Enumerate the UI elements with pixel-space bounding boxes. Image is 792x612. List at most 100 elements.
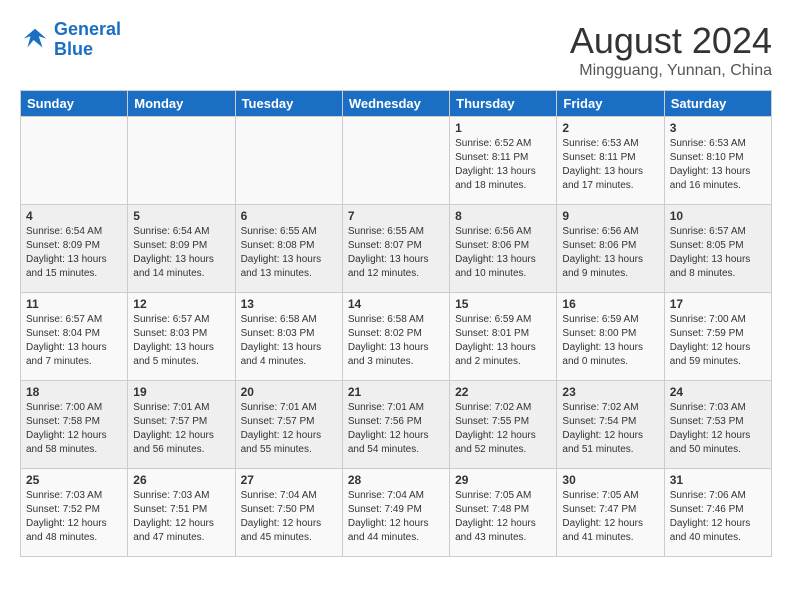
page-header: General Blue August 2024 Mingguang, Yunn… [20,20,772,80]
calendar-cell: 20 Sunrise: 7:01 AM Sunset: 7:57 PM Dayli… [235,381,342,469]
day-info: Sunrise: 6:55 AM Sunset: 8:08 PM Dayligh… [241,225,337,281]
day-info: Sunrise: 7:03 AM Sunset: 7:53 PM Dayligh… [670,401,766,457]
day-number: 25 [26,473,122,487]
day-info: Sunrise: 7:02 AM Sunset: 7:54 PM Dayligh… [562,401,658,457]
month-title: August 2024 [570,20,772,62]
day-info: Sunrise: 6:55 AM Sunset: 8:07 PM Dayligh… [348,225,444,281]
day-info: Sunrise: 7:03 AM Sunset: 7:51 PM Dayligh… [133,489,229,545]
calendar-cell: 30 Sunrise: 7:05 AM Sunset: 7:47 PM Dayli… [557,469,664,557]
day-info: Sunrise: 7:06 AM Sunset: 7:46 PM Dayligh… [670,489,766,545]
day-number: 17 [670,297,766,311]
day-info: Sunrise: 6:58 AM Sunset: 8:03 PM Dayligh… [241,313,337,369]
day-number: 10 [670,209,766,223]
calendar-cell: 26 Sunrise: 7:03 AM Sunset: 7:51 PM Dayli… [128,469,235,557]
calendar-cell: 14Sunrise: 6:58 AM Sunset: 8:02 PM Dayli… [342,293,449,381]
calendar-cell: 13 Sunrise: 6:58 AM Sunset: 8:03 PM Dayli… [235,293,342,381]
location: Mingguang, Yunnan, China [570,62,772,80]
day-number: 5 [133,209,229,223]
calendar-cell: 5 Sunrise: 6:54 AM Sunset: 8:09 PM Daylig… [128,205,235,293]
calendar-cell: 21Sunrise: 7:01 AM Sunset: 7:56 PM Dayli… [342,381,449,469]
header-monday: Monday [128,91,235,117]
calendar-cell: 18Sunrise: 7:00 AM Sunset: 7:58 PM Dayli… [21,381,128,469]
calendar-cell: 3 Sunrise: 6:53 AM Sunset: 8:10 PM Daylig… [664,117,771,205]
day-number: 28 [348,473,444,487]
day-info: Sunrise: 7:04 AM Sunset: 7:49 PM Dayligh… [348,489,444,545]
day-number: 8 [455,209,551,223]
day-number: 22 [455,385,551,399]
day-number: 12 [133,297,229,311]
calendar-cell: 4 Sunrise: 6:54 AM Sunset: 8:09 PM Daylig… [21,205,128,293]
day-info: Sunrise: 6:54 AM Sunset: 8:09 PM Dayligh… [26,225,122,281]
calendar-cell [128,117,235,205]
day-number: 18 [26,385,122,399]
header-sunday: Sunday [21,91,128,117]
calendar-week-5: 25 Sunrise: 7:03 AM Sunset: 7:52 PM Dayli… [21,469,772,557]
day-info: Sunrise: 6:57 AM Sunset: 8:03 PM Dayligh… [133,313,229,369]
logo: General Blue [20,20,121,60]
calendar-cell: 19 Sunrise: 7:01 AM Sunset: 7:57 PM Dayli… [128,381,235,469]
day-number: 3 [670,121,766,135]
day-info: Sunrise: 6:54 AM Sunset: 8:09 PM Dayligh… [133,225,229,281]
calendar-cell: 11Sunrise: 6:57 AM Sunset: 8:04 PM Dayli… [21,293,128,381]
day-info: Sunrise: 6:59 AM Sunset: 8:01 PM Dayligh… [455,313,551,369]
day-number: 30 [562,473,658,487]
logo-text: General Blue [54,20,121,60]
calendar-week-1: 1Sunrise: 6:52 AM Sunset: 8:11 PM Daylig… [21,117,772,205]
day-info: Sunrise: 6:56 AM Sunset: 8:06 PM Dayligh… [455,225,551,281]
day-info: Sunrise: 6:57 AM Sunset: 8:05 PM Dayligh… [670,225,766,281]
header-wednesday: Wednesday [342,91,449,117]
day-info: Sunrise: 7:00 AM Sunset: 7:59 PM Dayligh… [670,313,766,369]
day-number: 31 [670,473,766,487]
day-number: 15 [455,297,551,311]
day-info: Sunrise: 6:53 AM Sunset: 8:10 PM Dayligh… [670,137,766,193]
day-info: Sunrise: 7:05 AM Sunset: 7:48 PM Dayligh… [455,489,551,545]
header-tuesday: Tuesday [235,91,342,117]
day-info: Sunrise: 6:56 AM Sunset: 8:06 PM Dayligh… [562,225,658,281]
calendar-table: SundayMondayTuesdayWednesdayThursdayFrid… [20,90,772,557]
day-number: 24 [670,385,766,399]
day-info: Sunrise: 7:01 AM Sunset: 7:57 PM Dayligh… [133,401,229,457]
calendar-cell: 24 Sunrise: 7:03 AM Sunset: 7:53 PM Dayli… [664,381,771,469]
day-info: Sunrise: 7:01 AM Sunset: 7:57 PM Dayligh… [241,401,337,457]
day-number: 4 [26,209,122,223]
calendar-header-row: SundayMondayTuesdayWednesdayThursdayFrid… [21,91,772,117]
day-info: Sunrise: 6:59 AM Sunset: 8:00 PM Dayligh… [562,313,658,369]
calendar-cell: 25 Sunrise: 7:03 AM Sunset: 7:52 PM Dayli… [21,469,128,557]
calendar-week-4: 18Sunrise: 7:00 AM Sunset: 7:58 PM Dayli… [21,381,772,469]
day-info: Sunrise: 7:03 AM Sunset: 7:52 PM Dayligh… [26,489,122,545]
calendar-cell: 9 Sunrise: 6:56 AM Sunset: 8:06 PM Daylig… [557,205,664,293]
calendar-week-2: 4 Sunrise: 6:54 AM Sunset: 8:09 PM Daylig… [21,205,772,293]
day-info: Sunrise: 7:05 AM Sunset: 7:47 PM Dayligh… [562,489,658,545]
logo-icon [20,25,50,55]
day-number: 26 [133,473,229,487]
calendar-cell: 16 Sunrise: 6:59 AM Sunset: 8:00 PM Dayli… [557,293,664,381]
day-number: 7 [348,209,444,223]
calendar-cell: 2Sunrise: 6:53 AM Sunset: 8:11 PM Daylig… [557,117,664,205]
day-number: 11 [26,297,122,311]
calendar-cell: 1Sunrise: 6:52 AM Sunset: 8:11 PM Daylig… [450,117,557,205]
day-number: 1 [455,121,551,135]
calendar-cell: 17 Sunrise: 7:00 AM Sunset: 7:59 PM Dayli… [664,293,771,381]
day-number: 29 [455,473,551,487]
day-info: Sunrise: 7:01 AM Sunset: 7:56 PM Dayligh… [348,401,444,457]
day-number: 27 [241,473,337,487]
day-number: 13 [241,297,337,311]
day-number: 23 [562,385,658,399]
calendar-cell: 10 Sunrise: 6:57 AM Sunset: 8:05 PM Dayli… [664,205,771,293]
day-number: 20 [241,385,337,399]
calendar-cell: 7 Sunrise: 6:55 AM Sunset: 8:07 PM Daylig… [342,205,449,293]
calendar-week-3: 11Sunrise: 6:57 AM Sunset: 8:04 PM Dayli… [21,293,772,381]
title-block: August 2024 Mingguang, Yunnan, China [570,20,772,80]
calendar-cell [21,117,128,205]
calendar-cell: 27Sunrise: 7:04 AM Sunset: 7:50 PM Dayli… [235,469,342,557]
day-number: 6 [241,209,337,223]
calendar-cell [342,117,449,205]
day-number: 9 [562,209,658,223]
calendar-cell: 29 Sunrise: 7:05 AM Sunset: 7:48 PM Dayli… [450,469,557,557]
calendar-cell: 12 Sunrise: 6:57 AM Sunset: 8:03 PM Dayli… [128,293,235,381]
day-number: 19 [133,385,229,399]
day-info: Sunrise: 6:53 AM Sunset: 8:11 PM Dayligh… [562,137,658,193]
day-number: 16 [562,297,658,311]
calendar-cell: 6 Sunrise: 6:55 AM Sunset: 8:08 PM Daylig… [235,205,342,293]
calendar-cell [235,117,342,205]
